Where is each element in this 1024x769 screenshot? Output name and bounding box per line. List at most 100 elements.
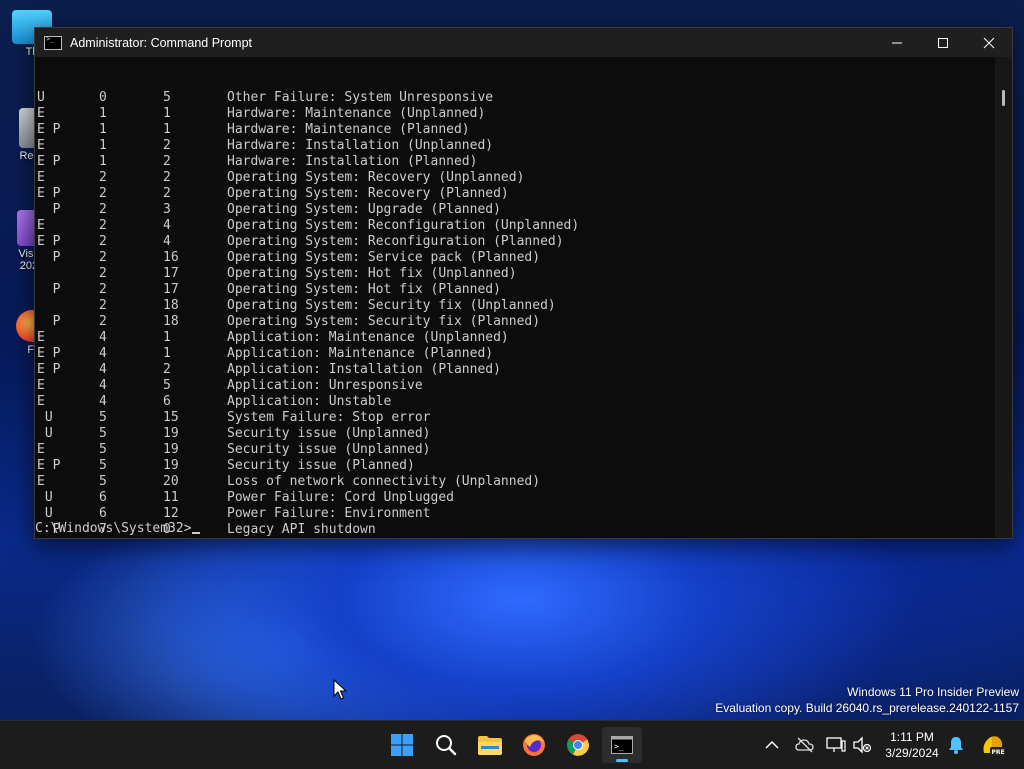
- console-row: E 4 1 Application: Maintenance (Unplanned): [35, 330, 995, 346]
- search-button[interactable]: [426, 727, 466, 763]
- console-flags: E: [37, 138, 45, 153]
- console-major: 2: [99, 314, 107, 329]
- console-desc: Hardware: Maintenance (Unplanned): [227, 106, 486, 121]
- console-major: 5: [99, 474, 107, 489]
- console-desc: Operating System: Upgrade (Planned): [227, 202, 501, 217]
- console-desc: Operating System: Hot fix (Planned): [227, 282, 501, 297]
- svg-text:>_: >_: [614, 742, 624, 751]
- console-flags: E P: [37, 458, 61, 473]
- console-minor: 19: [163, 458, 179, 473]
- insider-badge-button[interactable]: PRE: [980, 735, 1006, 756]
- command-prompt-window[interactable]: Administrator: Command Prompt U 0 5 Other F…: [34, 27, 1013, 539]
- chrome-button[interactable]: [558, 727, 598, 763]
- console-row: E P 1 2 Hardware: Installation (Planned): [35, 154, 995, 170]
- console-flags: U: [37, 506, 53, 521]
- console-flags: E: [37, 394, 45, 409]
- console-flags: P: [37, 314, 61, 329]
- console-desc: Operating System: Recovery (Planned): [227, 186, 509, 201]
- firefox-button[interactable]: [514, 727, 554, 763]
- text-cursor: [191, 532, 200, 534]
- maximize-icon: [938, 37, 948, 48]
- clock-time: 1:11 PM: [890, 730, 934, 744]
- close-button[interactable]: [966, 28, 1012, 57]
- console-flags: U: [37, 410, 53, 425]
- cmd-app-icon: [44, 35, 62, 50]
- console-minor: 20: [163, 474, 179, 489]
- firefox-icon: [523, 734, 545, 756]
- console-minor: 16: [163, 250, 179, 265]
- console-row: 2 18 Operating System: Security fix (Unpla…: [35, 298, 995, 314]
- console-minor: 12: [163, 506, 179, 521]
- console-desc: Power Failure: Cord Unplugged: [227, 490, 454, 505]
- notifications-button[interactable]: [946, 735, 966, 755]
- console-minor: 11: [163, 490, 179, 505]
- console-minor: 19: [163, 442, 179, 457]
- taskbar: >_ 1:11 PM 3/29/2024 PRE: [0, 720, 1024, 769]
- console-major: 1: [99, 106, 107, 121]
- console-row: U 5 15 System Failure: Stop error: [35, 410, 995, 426]
- console-major: 2: [99, 202, 107, 217]
- bell-icon: [949, 737, 963, 754]
- console-major: 4: [99, 362, 107, 377]
- console-minor: 4: [163, 234, 171, 249]
- console-row: E 4 6 Application: Unstable: [35, 394, 995, 410]
- network-icon: [826, 737, 846, 752]
- console-minor: 15: [163, 410, 179, 425]
- console-major: 5: [99, 442, 107, 457]
- console-row: E P 2 4 Operating System: Reconfiguration (…: [35, 234, 995, 250]
- terminal-icon: >_: [611, 736, 633, 754]
- console-major: 2: [99, 170, 107, 185]
- console-desc: System Failure: Stop error: [227, 410, 431, 425]
- maximize-button[interactable]: [920, 28, 966, 57]
- console-minor: 5: [163, 378, 171, 393]
- console-minor: 2: [163, 186, 171, 201]
- console-minor: 3: [163, 202, 171, 217]
- network-tray-button[interactable]: [826, 735, 846, 755]
- file-explorer-icon: [478, 736, 502, 755]
- console-major: 5: [99, 426, 107, 441]
- console-minor: 2: [163, 138, 171, 153]
- terminal-button[interactable]: >_: [602, 727, 642, 763]
- console-minor: 17: [163, 266, 179, 281]
- console-desc: Security issue (Unplanned): [227, 442, 431, 457]
- console-flags: E P: [37, 346, 61, 361]
- copilot-preview-icon: PRE: [983, 736, 1005, 756]
- title-bar[interactable]: Administrator: Command Prompt: [35, 28, 1012, 57]
- console-row: E 2 4 Operating System: Reconfiguration (Un…: [35, 218, 995, 234]
- onedrive-tray-button[interactable]: [795, 735, 815, 755]
- start-button[interactable]: [382, 727, 422, 763]
- console-major: 2: [99, 218, 107, 233]
- console-flags: U: [37, 90, 45, 105]
- scrollbar-thumb[interactable]: [1002, 90, 1005, 106]
- console-desc: Power Failure: Environment: [227, 506, 431, 521]
- console-major: 6: [99, 490, 107, 505]
- volume-muted-icon: [853, 736, 872, 754]
- file-explorer-button[interactable]: [470, 727, 510, 763]
- console-row: E 1 1 Hardware: Maintenance (Unplanned): [35, 106, 995, 122]
- console-major: 4: [99, 394, 107, 409]
- volume-tray-button[interactable]: [852, 735, 872, 755]
- command-prompt-line[interactable]: C:\Windows\System32>: [35, 521, 200, 537]
- console-minor: 1: [163, 330, 171, 345]
- console-row: E P 1 1 Hardware: Maintenance (Planned): [35, 122, 995, 138]
- show-hidden-icons-button[interactable]: [762, 735, 782, 755]
- minimize-button[interactable]: [874, 28, 920, 57]
- system-clock[interactable]: 1:11 PM 3/29/2024: [880, 729, 944, 761]
- vertical-scrollbar[interactable]: [995, 57, 1012, 538]
- console-major: 1: [99, 138, 107, 153]
- console-row: U 6 12 Power Failure: Environment: [35, 506, 995, 522]
- console-flags: E: [37, 218, 45, 233]
- console-desc: Operating System: Security fix (Planned): [227, 314, 541, 329]
- console-desc: Loss of network connectivity (Unplanned): [227, 474, 541, 489]
- console-major: 1: [99, 122, 107, 137]
- console-row: P 2 18 Operating System: Security fix (Plan…: [35, 314, 995, 330]
- console-row: E 4 5 Application: Unresponsive: [35, 378, 995, 394]
- console-flags: E: [37, 106, 45, 121]
- console-row: 2 17 Operating System: Hot fix (Unplanned): [35, 266, 995, 282]
- console-desc: Application: Unresponsive: [227, 378, 423, 393]
- console-desc: Hardware: Installation (Unplanned): [227, 138, 494, 153]
- console-flags: E: [37, 474, 45, 489]
- console-major: 4: [99, 330, 107, 345]
- console-output[interactable]: U 0 5 Other Failure: System Unresponsive E 1 1…: [35, 57, 995, 538]
- console-desc: Other Failure: System Unresponsive: [227, 90, 494, 105]
